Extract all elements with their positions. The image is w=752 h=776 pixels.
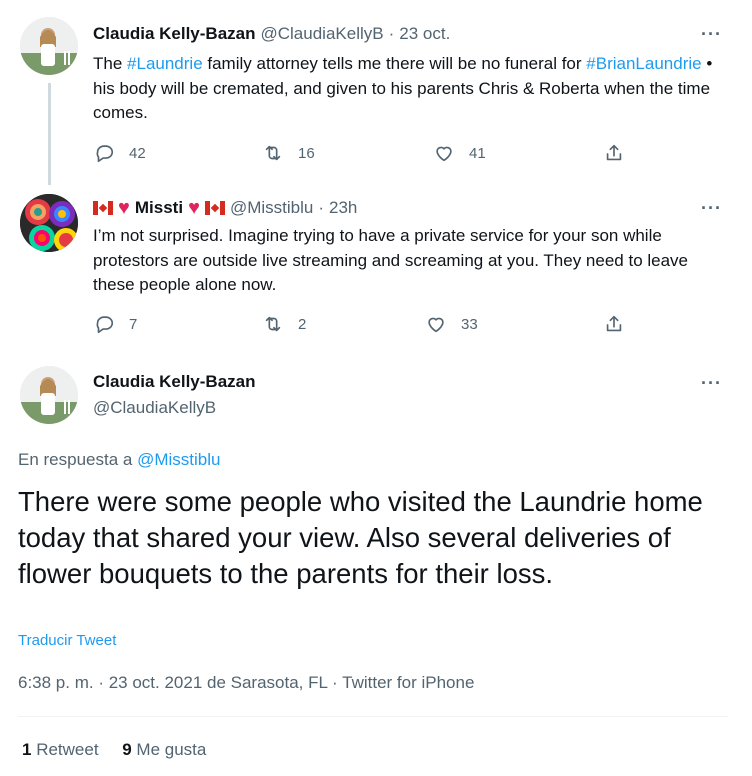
retweet-total: 1 bbox=[22, 740, 32, 759]
tweet-2[interactable]: ♥ Missti ♥ @Misstiblu · 23h ··· I’m not … bbox=[0, 180, 752, 355]
text-segment: family attorney tells me there will be n… bbox=[202, 54, 587, 73]
heart-icon bbox=[428, 317, 444, 333]
retweet-button[interactable]: 2 bbox=[262, 313, 306, 335]
reply-count: 7 bbox=[129, 315, 138, 333]
red-heart-icon: ♥ bbox=[188, 197, 200, 219]
separator: · bbox=[388, 24, 395, 43]
hashtag-brianlaundrie[interactable]: #BrianLaundrie bbox=[586, 54, 701, 73]
avatar[interactable] bbox=[20, 366, 78, 424]
retweet-icon bbox=[265, 316, 281, 332]
retweet-icon bbox=[265, 145, 281, 161]
avatar[interactable] bbox=[20, 17, 78, 75]
retweet-count: 16 bbox=[298, 144, 315, 162]
heart-icon bbox=[436, 146, 452, 162]
reply-to-link[interactable]: @Misstiblu bbox=[137, 450, 220, 469]
retweet-label: Retweet bbox=[36, 740, 99, 759]
like-count: 41 bbox=[469, 144, 486, 162]
avatar-photo-icon bbox=[20, 17, 78, 75]
tweet-1[interactable]: Claudia Kelly-Bazan @ClaudiaKellyB · 23 … bbox=[0, 0, 752, 185]
rainbow-roses-icon bbox=[20, 194, 78, 252]
share-button[interactable] bbox=[603, 313, 625, 335]
divider bbox=[18, 716, 728, 717]
author-handle[interactable]: @ClaudiaKellyB bbox=[93, 398, 216, 418]
share-icon bbox=[606, 315, 622, 332]
reply-icon bbox=[96, 145, 114, 163]
retweet-count: 2 bbox=[298, 315, 307, 333]
reply-icon bbox=[96, 316, 114, 334]
text-segment: The bbox=[93, 54, 128, 73]
canada-flag-icon bbox=[204, 201, 225, 215]
thread-line bbox=[48, 83, 51, 185]
reply-prefix: En respuesta a bbox=[18, 450, 133, 469]
like-button[interactable]: 41 bbox=[433, 142, 486, 164]
red-heart-icon: ♥ bbox=[118, 197, 130, 219]
avatar-photo-icon bbox=[20, 366, 78, 424]
tweet-meta[interactable]: 6:38 p. m. · 23 oct. 2021 de Sarasota, F… bbox=[18, 673, 474, 693]
retweets-stat[interactable]: 1 Retweet bbox=[22, 740, 99, 759]
hashtag-laundrie[interactable]: #Laundrie bbox=[127, 54, 203, 73]
tweet-stats: 1 Retweet 9 Me gusta bbox=[22, 740, 206, 760]
like-count: 33 bbox=[461, 315, 478, 333]
author-name[interactable]: Claudia Kelly-Bazan bbox=[93, 372, 256, 392]
more-options-icon[interactable]: ··· bbox=[701, 373, 722, 394]
share-icon bbox=[606, 144, 622, 161]
like-total: 9 bbox=[122, 740, 132, 759]
tweet-date[interactable]: 23h bbox=[329, 198, 357, 218]
separator: · bbox=[318, 198, 324, 217]
more-options-icon[interactable]: ··· bbox=[701, 198, 722, 219]
canada-flag-icon bbox=[93, 201, 113, 215]
more-options-icon[interactable]: ··· bbox=[701, 24, 722, 45]
reply-context: En respuesta a @Misstiblu bbox=[18, 450, 220, 470]
translate-link[interactable]: Traducir Tweet bbox=[18, 632, 116, 649]
likes-stat[interactable]: 9 Me gusta bbox=[122, 740, 206, 759]
author-name[interactable]: Missti bbox=[135, 198, 183, 218]
reply-count: 42 bbox=[129, 144, 146, 162]
share-button[interactable] bbox=[603, 142, 625, 164]
reply-button[interactable]: 42 bbox=[93, 142, 146, 164]
tweet-text: I’m not surprised. Imagine trying to hav… bbox=[93, 226, 689, 294]
tweet-date[interactable]: 23 oct. bbox=[399, 24, 450, 44]
avatar[interactable] bbox=[20, 194, 78, 252]
retweet-button[interactable]: 16 bbox=[262, 142, 315, 164]
reply-button[interactable]: 7 bbox=[93, 313, 137, 335]
author-name[interactable]: Claudia Kelly-Bazan bbox=[93, 24, 256, 44]
tweet-header: Claudia Kelly-Bazan @ClaudiaKellyB · 23 … bbox=[93, 24, 450, 44]
tweet-actions: 7 2 33 bbox=[93, 313, 633, 337]
like-button[interactable]: 33 bbox=[425, 313, 478, 335]
tweet-actions: 42 16 41 bbox=[93, 142, 633, 166]
main-tweet-text: There were some people who visited the L… bbox=[18, 486, 703, 589]
author-handle[interactable]: @ClaudiaKellyB bbox=[261, 24, 384, 44]
tweet-header: ♥ Missti ♥ @Misstiblu · 23h bbox=[93, 198, 357, 218]
like-label: Me gusta bbox=[136, 740, 207, 759]
author-handle[interactable]: @Misstiblu bbox=[230, 198, 313, 218]
tweet-text: The #Laundrie family attorney tells me t… bbox=[93, 52, 733, 126]
